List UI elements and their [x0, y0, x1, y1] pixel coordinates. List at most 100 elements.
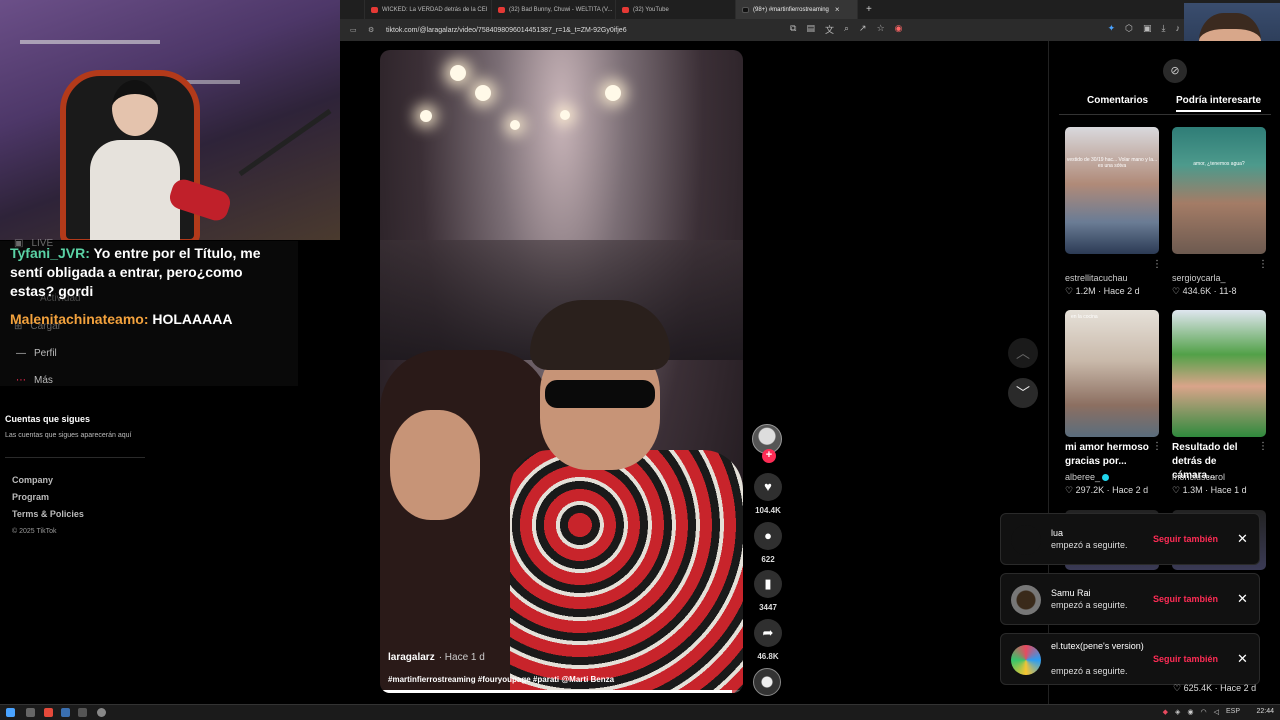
- save-button[interactable]: ▮: [754, 570, 782, 598]
- star-icon[interactable]: ☆: [877, 23, 885, 36]
- tray-icon[interactable]: ◆: [1163, 708, 1168, 716]
- youtube-icon: [498, 6, 505, 13]
- follow-back-button[interactable]: Seguir también: [1153, 654, 1218, 664]
- previous-video-button[interactable]: ︿: [1008, 338, 1038, 368]
- extension-icon[interactable]: ◉: [895, 23, 903, 36]
- notification-text: empezó a seguirte.: [1051, 666, 1128, 676]
- tab-comments[interactable]: Comentarios: [1087, 95, 1148, 106]
- more-options-icon[interactable]: ⋮: [1152, 441, 1162, 452]
- browser-tab[interactable]: (32) Bad Bunny, Chuwi - WELTITA (V...: [492, 0, 616, 19]
- notification-user[interactable]: el.tutex(pene's version): [1051, 640, 1146, 652]
- share-count: 46.8K: [757, 652, 779, 661]
- heart-outline-icon: ♡: [1172, 485, 1181, 495]
- nav-item-more[interactable]: ⋯ Más: [16, 375, 53, 386]
- taskbar-app-icon[interactable]: [78, 708, 87, 717]
- chat-text: HOLAAAAA: [148, 311, 233, 327]
- chat-message: Tyfani_JVR: Yo entre por el Título, me s…: [10, 244, 285, 301]
- video-thumbnail[interactable]: [1172, 310, 1266, 437]
- thumbnail-user[interactable]: sergioycarla_: [1172, 273, 1226, 283]
- taskbar-app-icon[interactable]: [61, 708, 70, 717]
- thumbnail-user[interactable]: alberee_: [1065, 472, 1110, 482]
- browser-tab[interactable]: (32) YouTube: [616, 0, 736, 19]
- like-button[interactable]: ♥: [754, 473, 782, 501]
- explore-icon[interactable]: ⊘: [1163, 59, 1187, 83]
- footer-link-terms[interactable]: Terms & Policies: [12, 506, 84, 523]
- thumbnail-title[interactable]: mi amor hermoso gracias por...: [1065, 441, 1155, 469]
- heart-outline-icon: ♡: [1173, 683, 1182, 693]
- thumbnail-meta: ♡ 625.4K · Hace 2 d: [1173, 683, 1257, 693]
- close-icon[interactable]: ✕: [1237, 591, 1248, 607]
- footer-links: Company Program Terms & Policies © 2025 …: [12, 472, 84, 540]
- more-options-icon[interactable]: ⋮: [1258, 441, 1268, 452]
- close-icon[interactable]: ✕: [1237, 651, 1248, 667]
- thumbnail-meta: ♡ 434.6K · 11-8: [1172, 286, 1237, 296]
- stage-light: [450, 65, 466, 81]
- comment-button[interactable]: ●: [754, 522, 782, 550]
- author-avatar[interactable]: +: [752, 424, 782, 463]
- thumbnail-meta: ♡ 1.3M · Hace 1 d: [1172, 485, 1247, 495]
- extension-icon[interactable]: ✦: [1108, 23, 1116, 34]
- share-arrow-icon: ➦: [762, 625, 774, 640]
- footer-link-program[interactable]: Program: [12, 489, 84, 506]
- close-icon[interactable]: ✕: [1237, 531, 1248, 547]
- zoom-icon[interactable]: ⌕: [844, 23, 849, 36]
- windows-start-icon[interactable]: [6, 708, 15, 717]
- divider: [1059, 114, 1271, 115]
- close-tab-icon[interactable]: ×: [835, 5, 840, 14]
- streamer-webcam: [0, 0, 340, 240]
- video-progress-bar[interactable]: [380, 690, 743, 693]
- download-icon[interactable]: ⤓: [1162, 23, 1166, 34]
- chevron-up-icon: ︿: [1016, 345, 1030, 361]
- heart-outline-icon: ♡: [1065, 286, 1074, 296]
- follow-back-button[interactable]: Seguir también: [1153, 594, 1218, 604]
- verified-icon: [1102, 474, 1110, 482]
- more-options-icon[interactable]: ⋮: [1152, 259, 1162, 270]
- tray-icon[interactable]: ◉: [1187, 708, 1193, 716]
- bookmark-icon[interactable]: ▭: [350, 26, 360, 34]
- thumbnail-user[interactable]: estrellitacuchau: [1065, 273, 1128, 283]
- streamer: [90, 70, 180, 240]
- notification-user[interactable]: Samu Rai: [1051, 587, 1146, 599]
- video-hashtags[interactable]: #martinfierrostreaming #fouryoupage #par…: [388, 675, 614, 684]
- cast-icon[interactable]: ⧉: [790, 23, 796, 36]
- more-options-icon[interactable]: ⋮: [1258, 259, 1268, 270]
- volume-icon[interactable]: ◁: [1214, 708, 1219, 716]
- video-author[interactable]: laragalarz · Hace 1 d: [388, 652, 485, 663]
- tab-you-may-like[interactable]: Podría interesarte: [1176, 95, 1262, 112]
- next-video-button[interactable]: ﹀: [1008, 378, 1038, 408]
- browser-tab[interactable]: WICKED: La VERDAD detrás de la CEI: [365, 0, 492, 19]
- music-disc-icon[interactable]: [753, 668, 781, 696]
- video-player[interactable]: laragalarz · Hace 1 d #martinfierrostream…: [380, 50, 743, 693]
- shirt: [90, 140, 180, 240]
- new-tab-button[interactable]: +: [858, 4, 872, 15]
- video-thumbnail[interactable]: amor, ¿tenemos agua?: [1172, 127, 1266, 254]
- language-indicator[interactable]: ESP: [1226, 708, 1240, 716]
- tray-icon[interactable]: ◈: [1175, 708, 1180, 716]
- thumbnail-meta: ♡ 1.2M · Hace 2 d: [1065, 286, 1140, 296]
- footer-link-company[interactable]: Company: [12, 472, 84, 489]
- video-thumbnail[interactable]: en la cocina: [1065, 310, 1159, 437]
- notification-user[interactable]: lua: [1051, 527, 1146, 539]
- reader-icon[interactable]: ▤: [806, 23, 815, 36]
- follow-back-button[interactable]: Seguir también: [1153, 534, 1218, 544]
- share-icon[interactable]: ↗: [859, 23, 867, 36]
- thumbnail-meta: ♡ 297.2K · Hace 2 d: [1065, 485, 1149, 495]
- site-info-icon[interactable]: ⚙: [368, 26, 378, 34]
- share-button[interactable]: ➦: [754, 619, 782, 647]
- thumbnail-user[interactable]: moncluscarol: [1172, 472, 1225, 482]
- sidebar-icon[interactable]: ▣: [1143, 23, 1152, 34]
- media-icon[interactable]: ♪: [1176, 23, 1181, 34]
- translate-icon[interactable]: 文: [825, 23, 834, 36]
- notification-text: empezó a seguirte.: [1051, 540, 1128, 550]
- video-thumbnail[interactable]: vestido de 30/19 hac... Volar mano y la.…: [1065, 127, 1159, 254]
- follow-plus-icon[interactable]: +: [762, 449, 776, 463]
- browser-tab-active[interactable]: (98+) #martinfierrostreaming ×: [736, 0, 858, 19]
- taskbar-app-icon[interactable]: [26, 708, 35, 717]
- wifi-icon[interactable]: ◠: [1200, 708, 1206, 716]
- mic-arm: [238, 108, 332, 177]
- url-field[interactable]: ▭ ⚙ tiktok.com/@laragalarz/video/7584098…: [350, 22, 780, 38]
- obs-icon[interactable]: [97, 708, 106, 717]
- puzzle-icon[interactable]: ⬡: [1125, 23, 1133, 34]
- browser-icon[interactable]: [44, 708, 53, 717]
- nav-item-profile[interactable]: — Perfil: [16, 348, 57, 359]
